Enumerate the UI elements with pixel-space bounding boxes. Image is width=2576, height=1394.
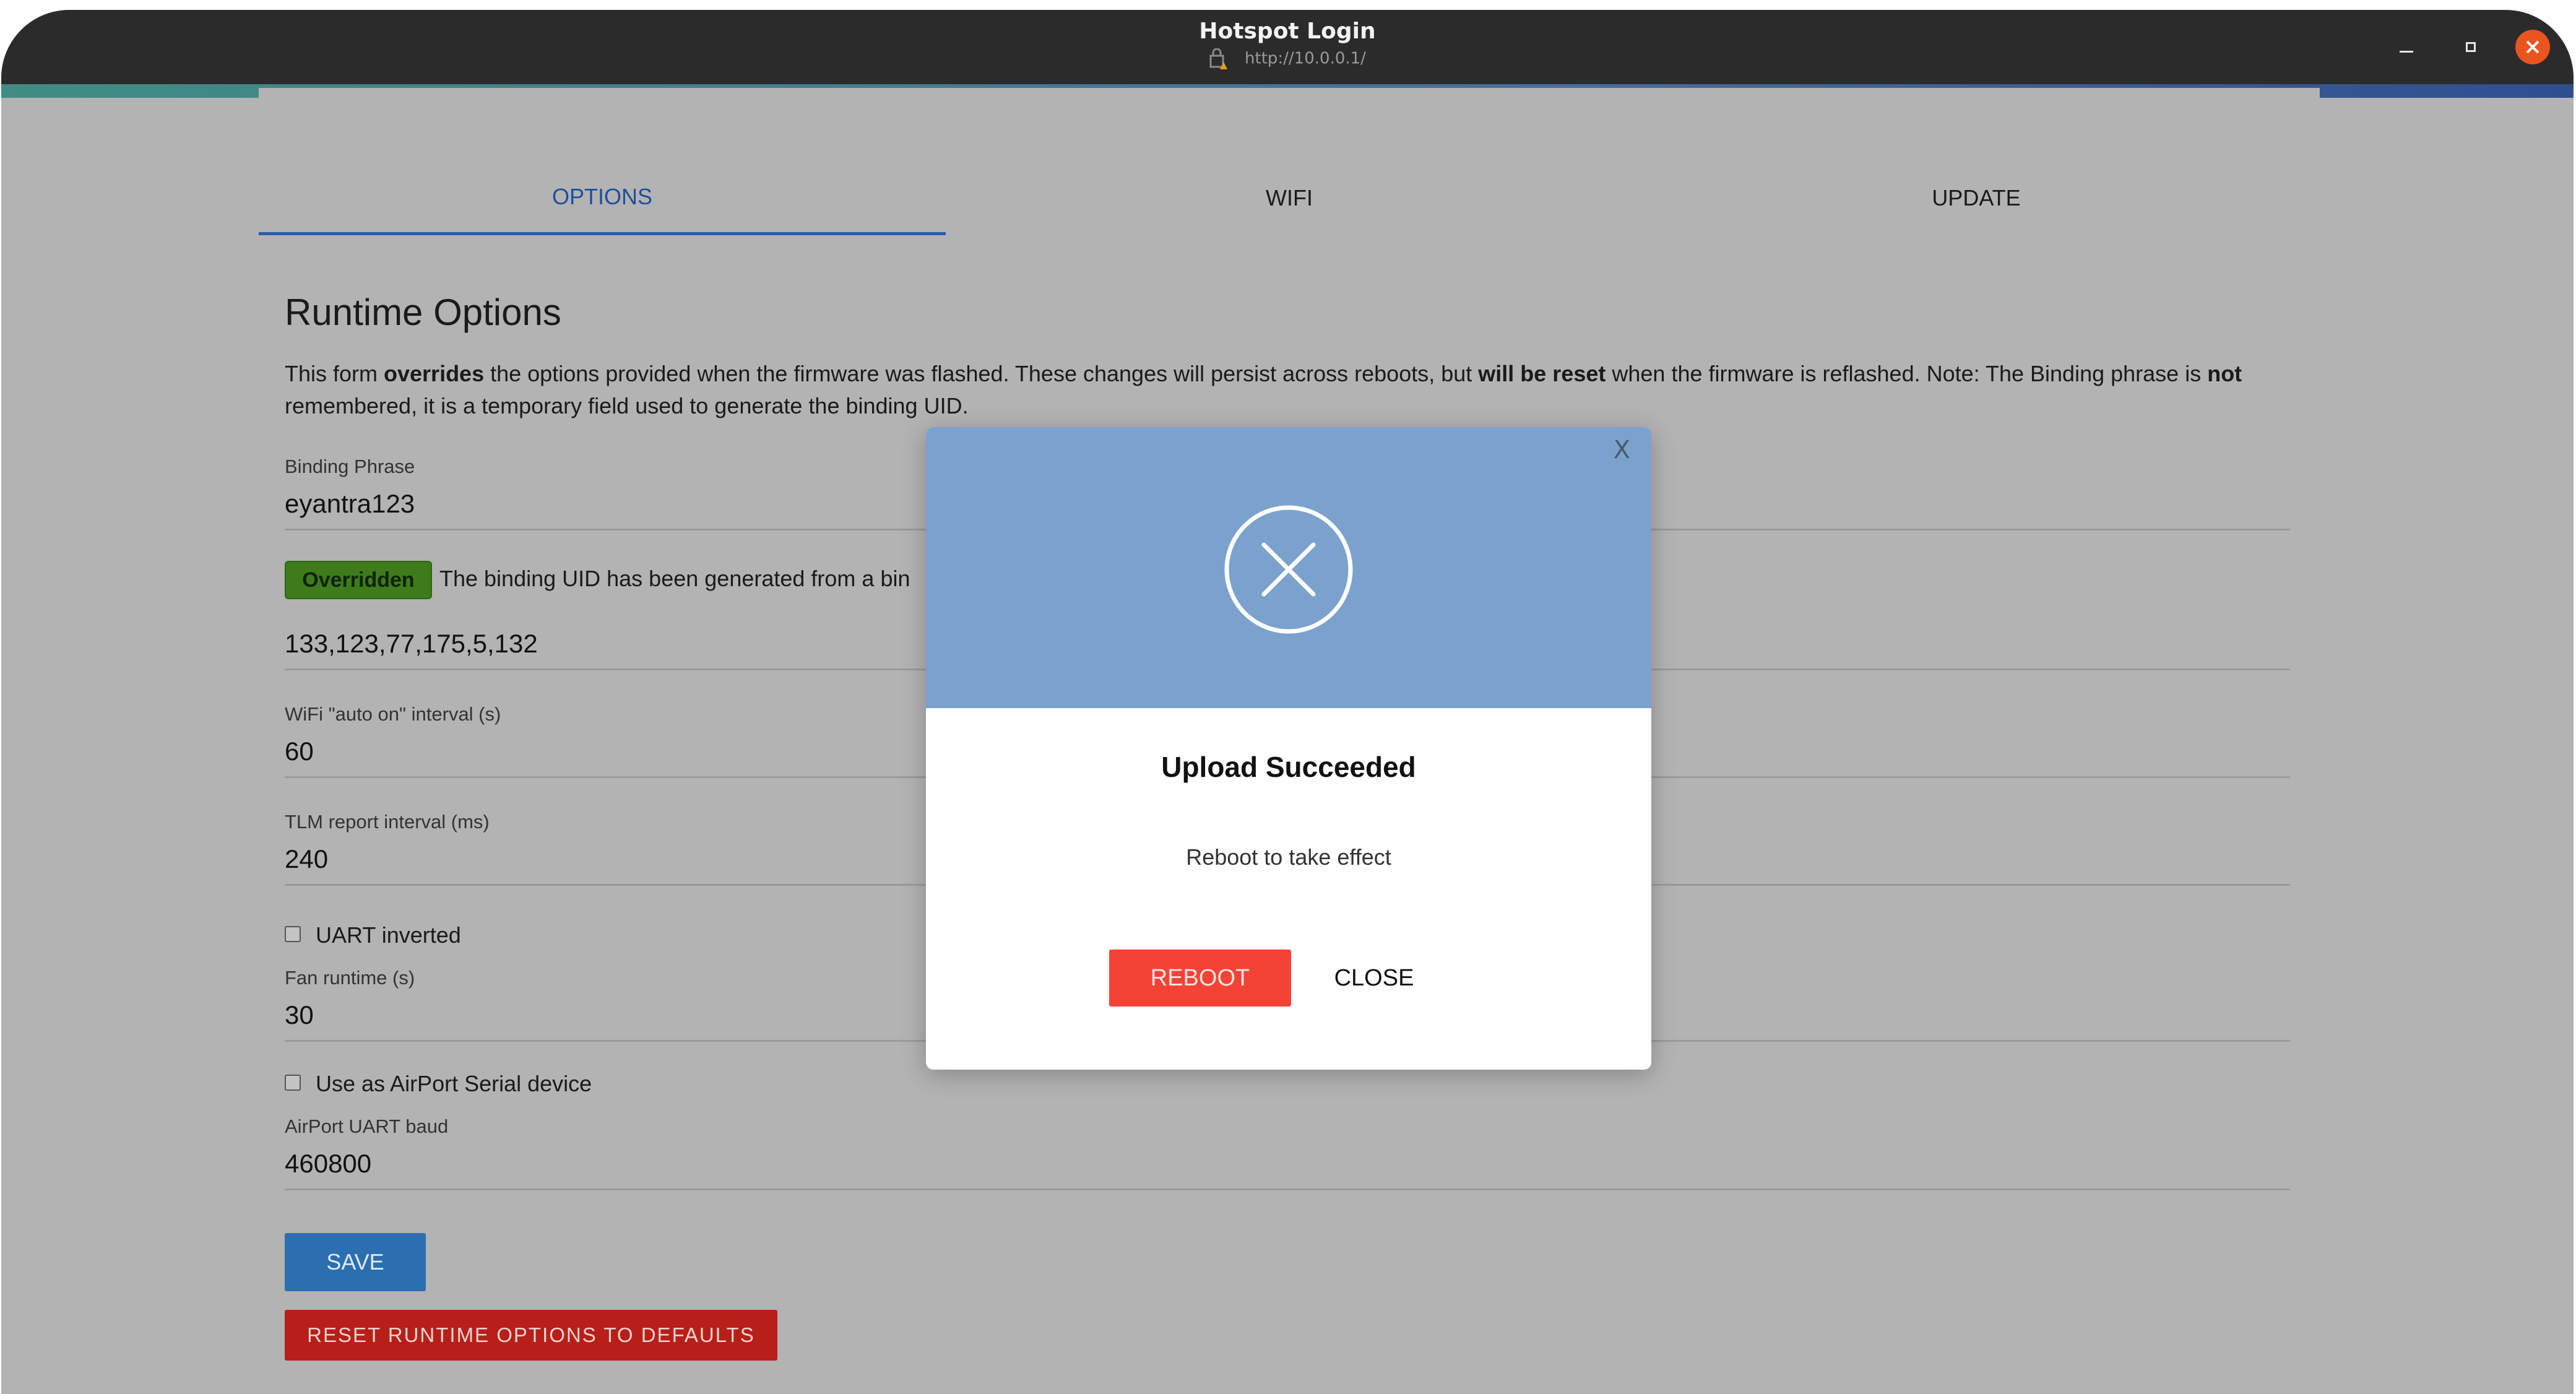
divider (285, 1188, 2290, 1190)
tab-wifi[interactable]: WIFI (946, 161, 1633, 235)
tab-bar: OPTIONS WIFI UPDATE (259, 161, 2320, 235)
uart-inverted-checkbox[interactable] (285, 926, 301, 942)
title-bar: Hotspot Login http://10.0.0.1/ (1, 10, 2574, 84)
x-circle-icon (1224, 505, 1353, 634)
minimize-icon[interactable] (2388, 28, 2425, 66)
upload-dialog: X Upload Succeeded Reboot to take effect… (926, 427, 1651, 1070)
reboot-button[interactable]: REBOOT (1109, 950, 1291, 1007)
tab-options[interactable]: OPTIONS (259, 161, 946, 235)
binding-uid-input[interactable]: 133,123,77,175,5,132 (285, 629, 538, 659)
page-title: Runtime Options (285, 292, 561, 333)
airport-serial-label: Use as AirPort Serial device (316, 1071, 592, 1096)
url-row: http://10.0.0.1/ (1, 48, 2574, 69)
overridden-note: The binding UID has been generated from … (439, 566, 910, 591)
tab-update[interactable]: UPDATE (1633, 161, 2320, 235)
airport-serial-checkbox[interactable] (285, 1075, 301, 1091)
description: This form overrides the options provided… (285, 361, 2242, 418)
url-text: http://10.0.0.1/ (1245, 49, 1366, 68)
binding-phrase-label: Binding Phrase (285, 456, 415, 477)
save-button[interactable]: SAVE (285, 1233, 426, 1291)
close-button[interactable]: CLOSE (1334, 950, 1414, 1007)
wifi-interval-label: WiFi "auto on" interval (s) (285, 703, 501, 725)
airport-baud-label: AirPort UART baud (285, 1115, 449, 1137)
maximize-icon[interactable] (2452, 28, 2489, 66)
fan-runtime-input[interactable]: 30 (285, 1000, 314, 1030)
overridden-badge: Overridden (285, 561, 432, 599)
window-title: Hotspot Login (1199, 19, 1376, 44)
insecure-lock-icon (1209, 48, 1228, 69)
dialog-header: X (926, 427, 1651, 708)
binding-phrase-input[interactable]: eyantra123 (285, 489, 415, 519)
tlm-interval-input[interactable]: 240 (285, 844, 328, 874)
airport-baud-input[interactable]: 460800 (285, 1149, 371, 1179)
wifi-interval-input[interactable]: 60 (285, 737, 314, 766)
dialog-title: Upload Succeeded (1161, 751, 1416, 783)
reset-defaults-button[interactable]: RESET RUNTIME OPTIONS TO DEFAULTS (285, 1310, 777, 1361)
fan-runtime-label: Fan runtime (s) (285, 967, 415, 989)
uart-inverted-label: UART inverted (316, 922, 461, 948)
dialog-message: Reboot to take effect (1186, 844, 1391, 870)
close-window-icon[interactable] (2515, 30, 2550, 64)
dialog-close-icon[interactable]: X (1614, 436, 1630, 464)
tlm-interval-label: TLM report interval (ms) (285, 811, 490, 833)
